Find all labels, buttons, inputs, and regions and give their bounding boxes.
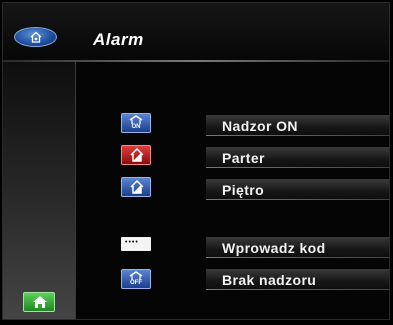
keypad-icon[interactable]: ••••: [121, 237, 151, 251]
home-button[interactable]: [23, 292, 55, 312]
nadzor-on-label: Nadzor ON: [222, 118, 298, 134]
sidebar: [3, 62, 75, 319]
house-on-icon[interactable]: ON: [121, 113, 151, 133]
wprowadz-kod-button[interactable]: Wprowadz kod: [206, 237, 389, 258]
sidebar-divider: [75, 62, 76, 319]
header: Alarm: [3, 3, 389, 60]
house-on-icon-label: ON: [131, 124, 141, 130]
parter-button[interactable]: Parter: [206, 147, 389, 168]
page-title: Alarm: [93, 30, 144, 49]
brak-nadzoru-label: Brak nadzoru: [222, 272, 317, 288]
home-icon: [33, 296, 47, 308]
pietro-button[interactable]: Piętro: [206, 179, 389, 200]
app-window: Alarm ON Nadzor ON Parter Piętro •••• Wp…: [2, 2, 390, 320]
house-upper-floor-icon[interactable]: [121, 177, 151, 197]
house-off-icon[interactable]: OFF: [121, 269, 151, 289]
wprowadz-kod-label: Wprowadz kod: [222, 240, 326, 256]
alarm-icon: [14, 27, 57, 47]
brak-nadzoru-button[interactable]: Brak nadzoru: [206, 269, 389, 290]
parter-label: Parter: [222, 150, 265, 166]
house-ground-floor-icon[interactable]: [121, 145, 151, 165]
nadzor-on-button[interactable]: Nadzor ON: [206, 115, 389, 136]
pietro-label: Piętro: [222, 182, 265, 198]
house-off-icon-label: OFF: [130, 280, 142, 286]
